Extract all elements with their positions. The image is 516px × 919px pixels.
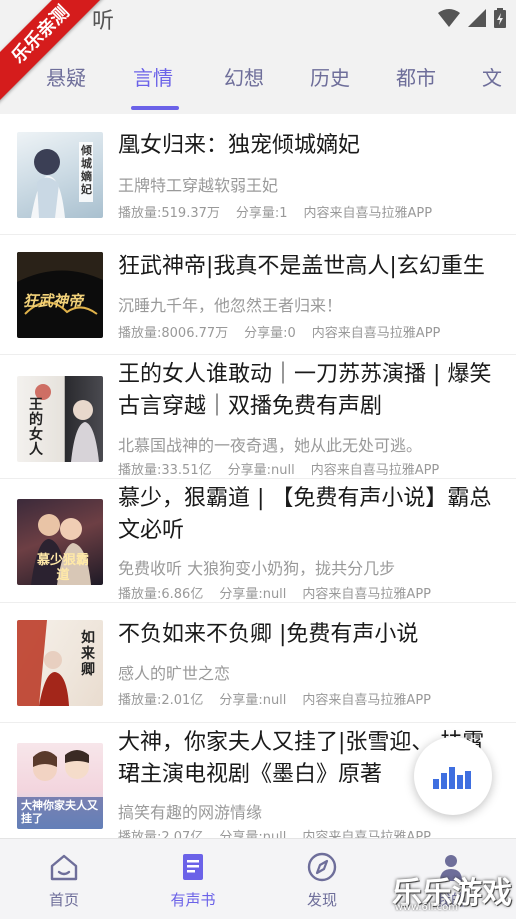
item-title: 凰女归来：独宠倾城嫡妃 [118, 133, 361, 158]
cover-title: 倾城嫡妃 [81, 144, 92, 196]
nav-discover-label: 发现 [306, 891, 337, 909]
tab-more[interactable]: 文 [482, 62, 502, 91]
compass-icon [307, 852, 337, 882]
cover-title: 如来卿 [81, 630, 95, 678]
item-description: 感人的旷世之恋 [118, 664, 231, 683]
book-cover: 大神你家夫人又挂了 [17, 743, 103, 829]
cover-title: 狂武神帝 [23, 292, 84, 310]
share-count: 分享量:null [219, 830, 287, 838]
cover-title: 王的女人 [29, 397, 43, 458]
item-meta: 播放量:6.86亿 分享量:null 内容来自喜马拉雅APP [118, 583, 431, 602]
item-description: 免费收听 大狼狗变小奶狗，拢共分几步 [118, 559, 396, 578]
item-title: 王的女人谁敢动｜一刀苏苏演播 | 爆笑古言穿越｜双播免费有声剧 [118, 362, 492, 419]
tab-urban[interactable]: 都市 [396, 62, 436, 91]
cover-title: 大神你家夫人又挂了 [21, 799, 98, 825]
item-title: 狂武神帝|我真不是盖世高人|玄幻重生 [118, 254, 485, 279]
play-count: 播放量:6.86亿 [118, 587, 204, 602]
item-meta: 播放量:33.51亿 分享量:null 内容来自喜马拉雅APP [118, 459, 439, 478]
tab-fantasy[interactable]: 幻想 [224, 62, 264, 91]
cover-title: 慕少狠霸道 [36, 553, 89, 583]
status-icons [438, 8, 506, 28]
play-count: 播放量:2.07亿 [118, 830, 204, 838]
share-count: 分享量:null [227, 463, 295, 478]
play-count: 播放量:2.01亿 [118, 693, 204, 708]
item-meta: 播放量:8006.77万 分享量:0 内容来自喜马拉雅APP [118, 322, 440, 341]
list-item[interactable]: 慕少狠霸道 慕少，狠霸道 | 【免费有声小说】霸总文必听 免费收听 大狼狗变小奶… [0, 479, 516, 603]
item-description: 沉睡九千年，他忽然王者归来！ [118, 296, 343, 315]
item-title: 慕少，狠霸道 | 【免费有声小说】霸总文必听 [118, 486, 492, 543]
nav-audiobooks-label: 有声书 [170, 891, 216, 909]
tab-romance[interactable]: 言情 [133, 62, 173, 91]
book-cover: 如来卿 [17, 620, 103, 706]
signal-icon [468, 9, 486, 27]
book-icon [183, 854, 203, 880]
item-description: 搞笑有趣的网游情缘 [118, 803, 263, 822]
play-count: 播放量:33.51亿 [118, 463, 212, 478]
audiobook-list: 倾城嫡妃 凰女归来：独宠倾城嫡妃 王牌特工穿越软弱王妃 播放量:519.37万 … [0, 114, 516, 838]
list-item[interactable]: 狂武神帝 狂武神帝|我真不是盖世高人|玄幻重生 沉睡九千年，他忽然王者归来！ 播… [0, 235, 516, 355]
content-source: 内容来自喜马拉雅APP [303, 206, 433, 221]
battery-icon [494, 8, 506, 28]
nav-home-label: 首页 [48, 891, 79, 909]
nav-discover[interactable]: 发现 [272, 839, 372, 919]
item-meta: 播放量:519.37万 分享量:1 内容来自喜马拉雅APP [118, 202, 432, 221]
item-meta: 播放量:2.07亿 分享量:null 内容来自喜马拉雅APP [118, 826, 431, 838]
wifi-icon [438, 9, 460, 27]
item-title: 不负如来不负卿 |免费有声小说 [118, 622, 419, 647]
item-description: 北慕国战神的一夜奇遇，她从此无处可逃。 [118, 436, 423, 455]
share-count: 分享量:0 [244, 326, 296, 341]
player-fab[interactable] [414, 737, 492, 815]
book-cover: 王的女人 [17, 376, 103, 462]
content-source: 内容来自喜马拉雅APP [310, 463, 440, 478]
status-title: 听 [92, 9, 115, 34]
content-source: 内容来自喜马拉雅APP [302, 693, 431, 708]
book-cover: 狂武神帝 [17, 252, 103, 338]
list-item[interactable]: 王的女人 王的女人谁敢动｜一刀苏苏演播 | 爆笑古言穿越｜双播免费有声剧 北慕国… [0, 355, 516, 479]
audio-bars-icon [433, 767, 471, 789]
nav-home[interactable]: 首页 [14, 839, 114, 919]
category-tabs: 悬疑 言情 幻想 历史 都市 文 [0, 36, 516, 114]
play-count: 播放量:519.37万 [118, 206, 220, 221]
item-meta: 播放量:2.01亿 分享量:null 内容来自喜马拉雅APP [118, 689, 431, 708]
book-cover: 慕少狠霸道 [17, 499, 103, 585]
tab-indicator [131, 106, 179, 110]
watermark-url: www.6ll.com [394, 902, 458, 913]
tab-history[interactable]: 历史 [310, 62, 350, 91]
home-icon [50, 854, 78, 881]
play-count: 播放量:8006.77万 [118, 326, 229, 341]
list-item[interactable]: 如来卿 不负如来不负卿 |免费有声小说 感人的旷世之恋 播放量:2.01亿 分享… [0, 603, 516, 723]
content-source: 内容来自喜马拉雅APP [302, 830, 431, 838]
share-count: 分享量:null [219, 587, 287, 602]
nav-audiobooks[interactable]: 有声书 [143, 839, 243, 919]
book-cover: 倾城嫡妃 [17, 132, 103, 218]
content-source: 内容来自喜马拉雅APP [302, 587, 431, 602]
tab-suspense[interactable]: 悬疑 [46, 62, 86, 91]
list-item[interactable]: 倾城嫡妃 凰女归来：独宠倾城嫡妃 王牌特工穿越软弱王妃 播放量:519.37万 … [0, 114, 516, 235]
content-source: 内容来自喜马拉雅APP [311, 326, 441, 341]
share-count: 分享量:null [219, 693, 287, 708]
item-description: 王牌特工穿越软弱王妃 [118, 176, 279, 195]
share-count: 分享量:1 [235, 206, 288, 221]
